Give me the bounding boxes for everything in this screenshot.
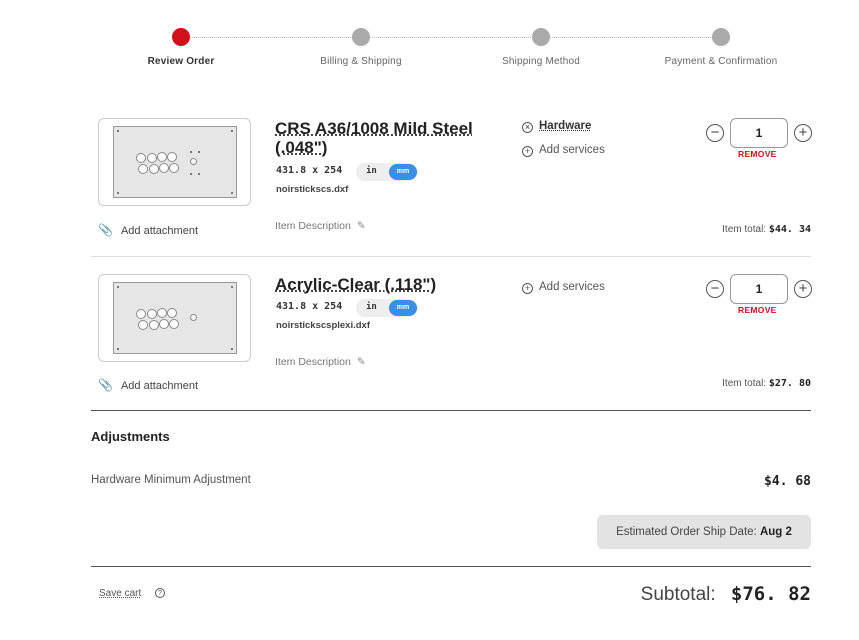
increase-quantity-button[interactable]: +: [794, 124, 812, 142]
subtotal-value: $76. 82: [730, 583, 811, 605]
item-total: Item total: $27. 80: [722, 378, 811, 389]
step-label: Shipping Method: [501, 56, 581, 67]
question-circle-icon[interactable]: ?: [155, 588, 165, 598]
x-circle-icon: ×: [522, 122, 533, 133]
step-dot: [352, 28, 370, 46]
add-services-label: Add services: [539, 281, 605, 293]
step-shipping-method[interactable]: Shipping Method: [461, 26, 621, 67]
adjustment-value: $4. 68: [764, 474, 811, 489]
quantity-stepper: − 1 +: [706, 118, 812, 148]
add-attachment-link[interactable]: 📎 Add attachment: [98, 378, 198, 392]
step-label: Billing & Shipping: [320, 56, 402, 67]
unit-toggle[interactable]: in mm: [356, 163, 418, 181]
add-attachment-label: Add attachment: [120, 380, 199, 392]
paperclip-icon: 📎: [98, 378, 113, 392]
ship-date-badge: Estimated Order Ship Date: Aug 2: [597, 515, 811, 549]
part-thumbnail[interactable]: [98, 118, 251, 206]
item-total-value: $44. 34: [768, 224, 811, 235]
decrease-quantity-button[interactable]: −: [706, 124, 724, 142]
plus-circle-icon: +: [522, 146, 533, 157]
part-thumbnail[interactable]: [98, 274, 251, 362]
unit-in-option[interactable]: in: [366, 302, 377, 312]
unit-mm-option[interactable]: mm: [389, 164, 417, 180]
step-billing-shipping[interactable]: Billing & Shipping: [281, 26, 441, 67]
save-cart-link[interactable]: Save cart: [99, 588, 141, 599]
footer-divider: [91, 566, 811, 567]
hardware-link[interactable]: × Hardware: [522, 120, 591, 133]
add-services-label: Add services: [539, 144, 605, 156]
adjustments-heading: Adjustments: [91, 429, 170, 444]
item-dimensions: 431.8 x 254: [276, 165, 343, 176]
checkout-stepper: Review Order Billing & Shipping Shipping…: [120, 26, 801, 67]
item-description-label: Item Description: [275, 220, 351, 232]
ship-date-label: Estimated Order Ship Date:: [616, 526, 757, 538]
cart-item: 📎 Add attachment Acrylic-Clear (.118") 43…: [91, 274, 812, 394]
ship-date-value: Aug 2: [759, 526, 792, 538]
step-label: Payment & Confirmation: [664, 56, 778, 67]
pencil-icon: ✎: [356, 356, 366, 368]
part-preview: [113, 126, 237, 198]
hardware-label: Hardware: [539, 120, 592, 132]
subtotal-label: Subtotal:: [640, 584, 716, 605]
increase-quantity-button[interactable]: +: [794, 280, 812, 298]
add-services-link[interactable]: + Add services: [522, 281, 605, 294]
adjustment-label: Hardware Minimum Adjustment: [91, 474, 251, 486]
part-preview: [113, 282, 237, 354]
plus-circle-icon: +: [522, 283, 533, 294]
item-description-link[interactable]: Item Description ✎: [275, 220, 366, 232]
item-total: Item total: $44. 34: [722, 224, 811, 235]
section-divider: [91, 410, 811, 411]
remove-item-button[interactable]: REMOVE: [738, 305, 777, 315]
unit-in-option[interactable]: in: [366, 166, 377, 176]
quantity-input[interactable]: 1: [730, 118, 788, 148]
item-description-link[interactable]: Item Description ✎: [275, 356, 366, 368]
item-total-label: Item total:: [722, 224, 767, 235]
quantity-stepper: − 1 +: [706, 274, 812, 304]
unit-mm-option[interactable]: mm: [389, 300, 417, 316]
pencil-icon: ✎: [356, 220, 366, 232]
decrease-quantity-button[interactable]: −: [706, 280, 724, 298]
item-description-label: Item Description: [275, 356, 351, 368]
item-divider: [91, 256, 811, 257]
stepper-line: [181, 37, 721, 38]
item-filename: noirstickscs.dxf: [276, 184, 349, 195]
step-label: Review Order: [147, 56, 215, 67]
add-attachment-link[interactable]: 📎 Add attachment: [98, 223, 198, 237]
add-attachment-label: Add attachment: [120, 225, 199, 237]
step-dot: [712, 28, 730, 46]
cart-item: 📎 Add attachment CRS A36/1008 Mild Steel …: [91, 118, 812, 248]
step-dot: [532, 28, 550, 46]
add-services-link[interactable]: + Add services: [522, 144, 605, 157]
quantity-input[interactable]: 1: [730, 274, 788, 304]
item-title[interactable]: CRS A36/1008 Mild Steel (.048"): [275, 119, 500, 157]
unit-toggle[interactable]: in mm: [356, 299, 418, 317]
step-dot-active: [172, 28, 190, 46]
step-payment-confirmation[interactable]: Payment & Confirmation: [641, 26, 801, 67]
item-dimensions: 431.8 x 254: [276, 301, 343, 312]
item-total-value: $27. 80: [768, 378, 811, 389]
remove-item-button[interactable]: REMOVE: [738, 149, 777, 159]
item-total-label: Item total:: [722, 378, 767, 389]
item-title[interactable]: Acrylic-Clear (.118"): [275, 275, 500, 294]
subtotal: Subtotal: $76. 82: [641, 583, 811, 606]
item-filename: noirstickscsplexi.dxf: [276, 320, 370, 331]
step-review-order[interactable]: Review Order: [101, 26, 261, 67]
paperclip-icon: 📎: [98, 223, 113, 237]
